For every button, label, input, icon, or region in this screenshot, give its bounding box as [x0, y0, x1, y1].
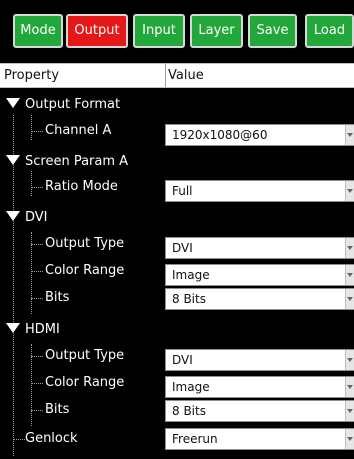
expand-arrow-icon[interactable] — [6, 98, 20, 108]
dropdown-arrow-icon[interactable] — [345, 181, 354, 201]
tree-connector — [31, 244, 43, 245]
hdmi-bits-select[interactable]: 8 Bits — [165, 400, 354, 422]
dvi-output-type-label: Output Type — [45, 236, 125, 251]
dropdown-arrow-icon[interactable] — [345, 350, 354, 370]
hdmi-output-type-value: DVI — [172, 353, 193, 367]
dvi-output-type-select[interactable]: DVI — [165, 237, 354, 259]
genlock-value: Freerun — [172, 432, 218, 446]
input-button[interactable]: Input — [133, 14, 185, 48]
channel-a-select[interactable]: 1920x1080@60 — [165, 124, 354, 146]
genlock-select[interactable]: Freerun — [165, 428, 354, 450]
layer-button[interactable]: Layer — [190, 14, 243, 48]
tree-connector — [31, 131, 43, 132]
dropdown-arrow-icon[interactable] — [345, 289, 354, 309]
ratio-mode-label: Ratio Mode — [45, 179, 118, 194]
tree-row-dvi[interactable]: DVI — [0, 205, 354, 231]
load-button[interactable]: Load — [305, 14, 354, 48]
hdmi-output-type-label: Output Type — [45, 348, 125, 363]
dvi-bits-value: 8 Bits — [172, 292, 206, 306]
tree-connector — [31, 356, 43, 357]
dvi-label: DVI — [25, 210, 48, 225]
tree-connector — [31, 187, 43, 188]
column-divider[interactable] — [165, 64, 166, 87]
tree-row-screen-param-a[interactable]: Screen Param A — [0, 149, 354, 175]
dropdown-arrow-icon[interactable] — [345, 401, 354, 421]
expand-arrow-icon[interactable] — [6, 323, 20, 333]
save-button[interactable]: Save — [248, 14, 297, 48]
hdmi-output-type-select[interactable]: DVI — [165, 349, 354, 371]
toolbar: Mode Output Input Layer Save Load — [0, 0, 354, 63]
dropdown-arrow-icon[interactable] — [345, 377, 354, 397]
expand-arrow-icon[interactable] — [6, 155, 20, 165]
dvi-bits-label: Bits — [45, 290, 70, 305]
tree-connector — [31, 298, 43, 299]
hdmi-bits-label: Bits — [45, 402, 70, 417]
dvi-color-range-select[interactable]: Image — [165, 264, 354, 286]
hdmi-color-range-value: Image — [172, 380, 210, 394]
property-table-header: Property Value — [0, 63, 354, 88]
hdmi-bits-value: 8 Bits — [172, 404, 206, 418]
channel-a-label: Channel A — [45, 123, 112, 138]
hdmi-color-range-label: Color Range — [45, 375, 125, 390]
tree-connector — [31, 383, 43, 384]
value-column-header[interactable]: Value — [168, 64, 204, 87]
output-format-label: Output Format — [25, 97, 121, 112]
dropdown-arrow-icon[interactable] — [345, 238, 354, 258]
ratio-mode-value: Full — [172, 184, 193, 198]
dropdown-arrow-icon[interactable] — [345, 125, 354, 145]
tree-connector — [31, 410, 43, 411]
tree-connector — [31, 271, 43, 272]
property-column-header[interactable]: Property — [4, 64, 59, 87]
dvi-bits-select[interactable]: 8 Bits — [165, 288, 354, 310]
tree-row-hdmi[interactable]: HDMI — [0, 317, 354, 343]
tree-row-output-format[interactable]: Output Format — [0, 92, 354, 118]
genlock-label: Genlock — [25, 431, 78, 446]
tree-connector — [13, 439, 25, 440]
dvi-output-type-value: DVI — [172, 241, 193, 255]
dvi-color-range-label: Color Range — [45, 263, 125, 278]
expand-arrow-icon[interactable] — [6, 211, 20, 221]
dropdown-arrow-icon[interactable] — [345, 429, 354, 449]
hdmi-color-range-select[interactable]: Image — [165, 376, 354, 398]
mode-button[interactable]: Mode — [13, 14, 63, 48]
screen-param-a-label: Screen Param A — [25, 154, 129, 169]
ratio-mode-select[interactable]: Full — [165, 180, 354, 202]
dropdown-arrow-icon[interactable] — [345, 265, 354, 285]
dvi-color-range-value: Image — [172, 268, 210, 282]
output-button[interactable]: Output — [66, 14, 128, 48]
hdmi-label: HDMI — [25, 322, 60, 337]
channel-a-value: 1920x1080@60 — [172, 128, 268, 142]
